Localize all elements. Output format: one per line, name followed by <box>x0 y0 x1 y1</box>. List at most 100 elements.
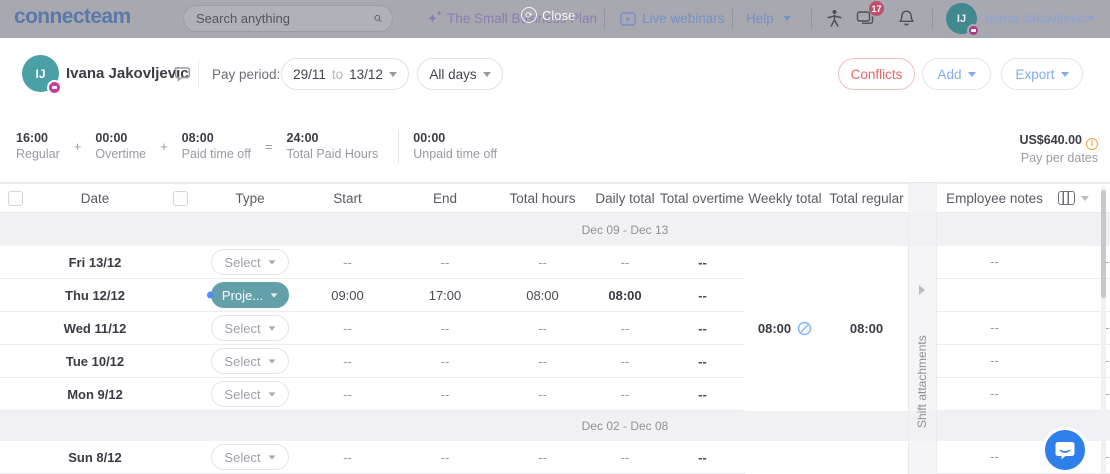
shift-attachments-header-spacer <box>908 183 937 213</box>
employee-note-cell[interactable]: -- -- <box>937 345 1110 378</box>
search-box[interactable] <box>183 5 393 32</box>
recorder-icon: ⟳ <box>521 7 537 23</box>
employee-note-cell[interactable]: -- -- <box>937 246 1110 279</box>
total-hours-cell: 08:00 <box>495 288 590 303</box>
column-header-type[interactable]: Type <box>200 191 300 206</box>
type-select-dropdown[interactable]: Select <box>211 348 289 374</box>
topbar-avatar[interactable]: IJ <box>946 3 977 34</box>
summary-divider <box>398 129 399 163</box>
employee-avatar[interactable]: IJ <box>22 55 59 92</box>
table-row[interactable]: Sun 8/12 Select -- -- -- -- -- <box>0 441 908 474</box>
shift-attachments-panel[interactable]: Shift attachments <box>908 213 937 474</box>
employee-note-cell[interactable] <box>937 279 1110 312</box>
days-filter-value: All days <box>429 67 476 82</box>
employee-note-cell[interactable]: -- -- <box>937 312 1110 345</box>
export-chevron-down-icon <box>1061 72 1069 77</box>
recorder-close-label[interactable]: Close <box>542 8 575 23</box>
column-header-total-overtime[interactable]: Total overtime <box>660 191 745 206</box>
daily-total-cell: -- <box>590 387 660 402</box>
columns-chevron-down-icon[interactable] <box>1081 196 1089 201</box>
scrollbar-thumb[interactable] <box>1101 190 1106 298</box>
connecteam-logo[interactable]: connecteam <box>14 5 131 29</box>
type-project-dropdown[interactable]: Proje... <box>211 282 289 308</box>
bell-icon[interactable] <box>898 9 915 28</box>
row-date: Mon 9/12 <box>30 387 160 402</box>
end-cell[interactable]: -- <box>395 255 495 270</box>
end-cell[interactable]: -- <box>395 354 495 369</box>
timesheet-table-body: Dec 09 - Dec 13 Fri 13/12 Select -- -- -… <box>0 213 1110 474</box>
pay-info-icon[interactable]: i <box>1086 138 1098 150</box>
no-limitation-icon[interactable] <box>797 321 812 336</box>
start-cell[interactable]: -- <box>300 321 395 336</box>
total-hours-cell: -- <box>495 255 590 270</box>
type-select-dropdown[interactable]: Select <box>211 444 289 470</box>
column-header-date[interactable]: Date <box>30 191 160 206</box>
daily-total-cell: -- <box>590 321 660 336</box>
column-header-total-hours[interactable]: Total hours <box>495 191 590 206</box>
column-header-weekly-total[interactable]: Weekly total <box>745 191 825 206</box>
start-cell[interactable]: -- <box>300 255 395 270</box>
export-button[interactable]: Export <box>1001 58 1083 90</box>
select-chevron-down-icon <box>271 293 278 297</box>
week-group-dec09-dec13: Dec 09 - Dec 13 Fri 13/12 Select -- -- -… <box>0 213 908 411</box>
total-hours-cell: -- <box>495 450 590 465</box>
total-overtime-cell: -- <box>660 288 745 303</box>
total-hours-cell: -- <box>495 387 590 402</box>
manage-columns-icon[interactable] <box>1058 191 1075 205</box>
week-range-label: Dec 02 - Dec 08 <box>582 419 669 433</box>
pay-summary: US$640.00i Pay per dates <box>1019 132 1098 167</box>
pay-period-label: Pay period: <box>212 67 280 82</box>
type-select-dropdown[interactable]: Select <box>211 381 289 407</box>
recorder-close-overlay[interactable]: ⟳ Close <box>521 7 575 23</box>
help-chevron-down-icon[interactable] <box>783 16 791 21</box>
week-group-dec02-dec08: Dec 02 - Dec 08 Sun 8/12 Select -- -- --… <box>0 411 908 474</box>
end-cell[interactable]: -- <box>395 387 495 402</box>
daily-total-cell: -- <box>590 354 660 369</box>
column-header-start[interactable]: Start <box>300 191 395 206</box>
avatar-status-badge <box>967 24 980 37</box>
end-cell[interactable]: -- <box>395 450 495 465</box>
days-filter-dropdown[interactable]: All days <box>417 58 503 90</box>
start-cell[interactable]: -- <box>300 387 395 402</box>
start-cell[interactable]: -- <box>300 354 395 369</box>
column-header-employee-notes[interactable]: Employee notes <box>937 191 1052 206</box>
plus-operator: + <box>160 139 168 154</box>
support-chat-button[interactable] <box>1042 427 1088 473</box>
column-header-end[interactable]: End <box>395 191 495 206</box>
start-cell[interactable]: 09:00 <box>300 288 395 303</box>
topbar-divider <box>604 9 605 29</box>
vertical-scrollbar[interactable] <box>1101 186 1106 474</box>
pay-period-dropdown[interactable]: 29/11 to 13/12 <box>281 58 409 90</box>
conflicts-button[interactable]: Conflicts <box>838 58 915 90</box>
live-webinars-link[interactable]: Live webinars <box>642 11 725 26</box>
search-input[interactable] <box>194 10 374 27</box>
topbar-user-name[interactable]: Ivana Jakovljevic <box>985 11 1087 26</box>
employee-note-cell[interactable]: -- -- <box>937 378 1110 411</box>
user-menu-chevron-down-icon[interactable] <box>1087 16 1095 21</box>
employee-header-bar: IJ Ivana Jakovljevic Pay period: 29/11 t… <box>0 38 1110 111</box>
select-chevron-down-icon <box>268 359 275 363</box>
shift-attachments-label: Shift attachments <box>915 303 929 428</box>
column-header-total-regular[interactable]: Total regular <box>825 191 908 206</box>
column-header-daily-total[interactable]: Daily total <box>590 191 660 206</box>
help-menu[interactable]: Help <box>746 11 774 26</box>
pay-amount: US$640.00 <box>1019 133 1082 147</box>
end-cell[interactable]: 17:00 <box>395 288 495 303</box>
total-hours-cell: -- <box>495 321 590 336</box>
select-all-types-checkbox[interactable] <box>173 191 188 206</box>
end-cell[interactable]: -- <box>395 321 495 336</box>
select-chevron-down-icon <box>268 326 275 330</box>
timesheet-table-header: Date Type Start End Total hours Daily to… <box>0 183 1110 213</box>
chat-with-employee-icon[interactable] <box>172 65 191 82</box>
webinar-play-icon <box>620 12 636 26</box>
start-cell[interactable]: -- <box>300 450 395 465</box>
employee-avatar-initials: IJ <box>35 67 45 81</box>
select-all-checkbox[interactable] <box>8 191 23 206</box>
summary-overtime: 00:00Overtime <box>95 130 146 163</box>
type-select-dropdown[interactable]: Select <box>211 249 289 275</box>
accessibility-icon[interactable] <box>826 9 843 28</box>
expand-panel-chevron-right-icon[interactable] <box>919 285 925 295</box>
search-icon <box>374 11 382 26</box>
add-button[interactable]: Add <box>922 58 991 90</box>
type-select-dropdown[interactable]: Select <box>211 315 289 341</box>
